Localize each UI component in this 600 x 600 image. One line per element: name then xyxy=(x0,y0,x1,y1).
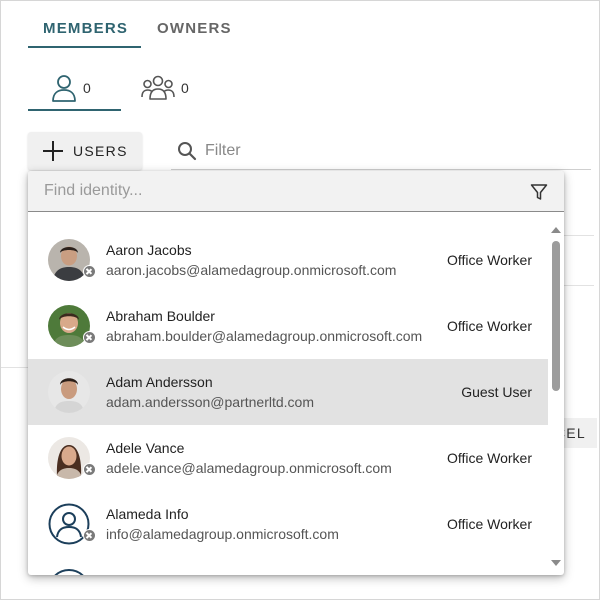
add-users-button[interactable]: USERS xyxy=(28,132,142,170)
identity-role: Guest User xyxy=(461,384,532,400)
scroll-down-arrow-icon[interactable] xyxy=(551,560,561,566)
tab-active-indicator xyxy=(28,46,141,48)
identity-email: abraham.boulder@alamedagroup.onmicrosoft… xyxy=(106,328,423,344)
identity-email: aaron.jacobs@alamedagroup.onmicrosoft.co… xyxy=(106,262,397,278)
identity-search-input[interactable] xyxy=(44,179,504,203)
identity-name: Alameda Info xyxy=(106,506,189,522)
presence-offline-icon xyxy=(83,265,96,278)
identity-role: Office Worker xyxy=(446,450,532,466)
avatar xyxy=(48,569,90,575)
identity-name: Adele Vance xyxy=(106,440,185,456)
filter-placeholder: Filter xyxy=(205,142,241,159)
filter-funnel-icon[interactable] xyxy=(530,183,548,201)
app-frame: MEMBERS OWNERS 0 0 USERS Filter CEL Find… xyxy=(0,0,600,600)
background-divider xyxy=(564,285,594,286)
identity-role: Office Worker xyxy=(446,516,532,532)
user-icon xyxy=(52,75,76,102)
groups-count: 0 xyxy=(181,80,189,96)
identity-email: info@alamedagroup.onmicrosoft.com xyxy=(106,526,339,542)
presence-offline-icon xyxy=(83,529,96,542)
identity-role: Office Worker xyxy=(446,318,532,334)
identity-email: adam.andersson@partnerltd.com xyxy=(106,394,314,410)
presence-offline-icon xyxy=(83,331,96,344)
background-divider xyxy=(1,367,28,368)
plus-icon xyxy=(42,140,64,162)
add-users-label: USERS xyxy=(73,143,128,159)
subtab-groups[interactable]: 0 xyxy=(141,73,189,103)
scrollbar-thumb[interactable] xyxy=(552,241,560,391)
filter-field[interactable]: Filter xyxy=(177,141,241,161)
identity-name: Abraham Boulder xyxy=(106,308,215,324)
identity-list: Aaron Jacobs aaron.jacobs@alamedagroup.o… xyxy=(28,227,548,557)
users-count: 0 xyxy=(83,80,91,96)
identity-search-bar xyxy=(28,171,564,212)
background-divider xyxy=(564,235,594,236)
tab-members[interactable]: MEMBERS xyxy=(43,20,128,37)
presence-offline-icon xyxy=(83,463,96,476)
avatar xyxy=(48,371,90,413)
list-item[interactable]: Aaron Jacobs aaron.jacobs@alamedagroup.o… xyxy=(28,227,548,293)
filter-underline xyxy=(171,169,591,170)
identity-picker-dropdown: Aaron Jacobs aaron.jacobs@alamedagroup.o… xyxy=(28,171,564,575)
search-icon xyxy=(178,142,197,161)
list-item[interactable]: Adele Vance adele.vance@alamedagroup.onm… xyxy=(28,425,548,491)
identity-role: Office Worker xyxy=(446,252,532,268)
tab-owners[interactable]: OWNERS xyxy=(157,20,232,37)
group-icon xyxy=(141,75,175,100)
scroll-up-arrow-icon[interactable] xyxy=(551,227,561,233)
list-item[interactable]: Alameda Info info@alamedagroup.onmicroso… xyxy=(28,491,548,557)
identity-name: Aaron Jacobs xyxy=(106,242,192,258)
subtab-active-indicator xyxy=(28,109,121,111)
list-item[interactable]: Adam Andersson adam.andersson@partnerltd… xyxy=(28,359,548,425)
subtab-users[interactable]: 0 xyxy=(51,73,91,103)
identity-email: adele.vance@alamedagroup.onmicrosoft.com xyxy=(106,460,392,476)
identity-name: Adam Andersson xyxy=(106,374,213,390)
list-item[interactable]: Abraham Boulder abraham.boulder@alamedag… xyxy=(28,293,548,359)
